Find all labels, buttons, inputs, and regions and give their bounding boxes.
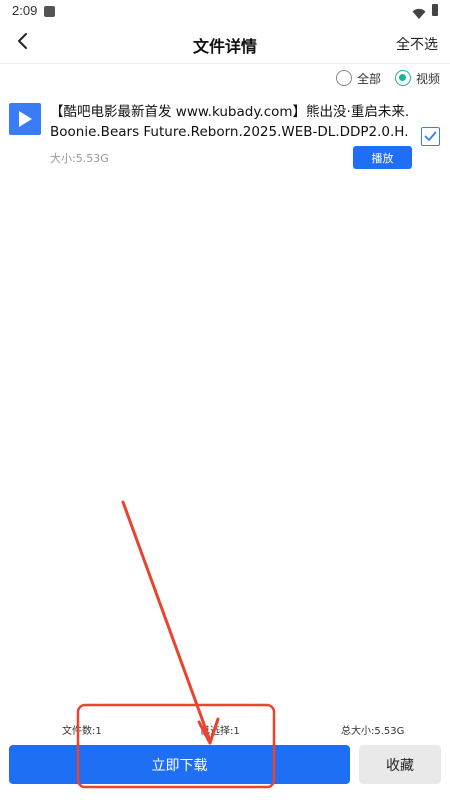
filter-option-all[interactable]: 全部	[335, 70, 381, 87]
status-bar: 2:09	[0, 0, 450, 24]
file-count: 文件数:1	[62, 726, 102, 737]
file-name: 【酷吧电影最新首发 www.kubady.com】熊出没·重启未来.Boonie…	[50, 104, 410, 140]
page-title: 文件详情	[192, 37, 257, 56]
filter-option-video[interactable]: 视频	[394, 70, 440, 87]
chevron-left-icon	[16, 32, 30, 54]
play-icon	[9, 103, 41, 135]
list-item[interactable]: 【酷吧电影最新首发 www.kubady.com】熊出没·重启未来.Boonie…	[0, 98, 450, 174]
selected-count: 已选择:1	[200, 726, 240, 737]
app-bar: 文件详情 全不选	[0, 24, 450, 64]
app-notification-icon	[44, 6, 55, 17]
download-now-button[interactable]: 立即下载	[9, 745, 350, 784]
radio-video[interactable]	[394, 70, 411, 86]
total-size: 总大小:5.53G	[341, 726, 405, 737]
select-none-button[interactable]: 全不选	[396, 34, 438, 54]
back-button[interactable]	[8, 28, 38, 58]
annotation-arrow	[121, 500, 211, 740]
checkmark-icon	[424, 127, 437, 146]
file-size: 大小:5.53G	[50, 152, 109, 165]
status-time: 2:09	[12, 3, 38, 18]
filter-label-all: 全部	[356, 71, 381, 86]
filter-label-video: 视频	[415, 71, 440, 86]
filter-row: 全部 视频	[322, 68, 440, 88]
radio-all[interactable]	[335, 70, 352, 86]
file-checkbox[interactable]	[421, 127, 440, 146]
play-button[interactable]: 播放	[353, 146, 412, 169]
battery-icon	[432, 4, 438, 16]
favorite-button[interactable]: 收藏	[359, 745, 441, 784]
wifi-icon	[412, 5, 426, 24]
stats-row: 文件数:1 已选择:1 总大小:5.53G	[0, 722, 450, 738]
